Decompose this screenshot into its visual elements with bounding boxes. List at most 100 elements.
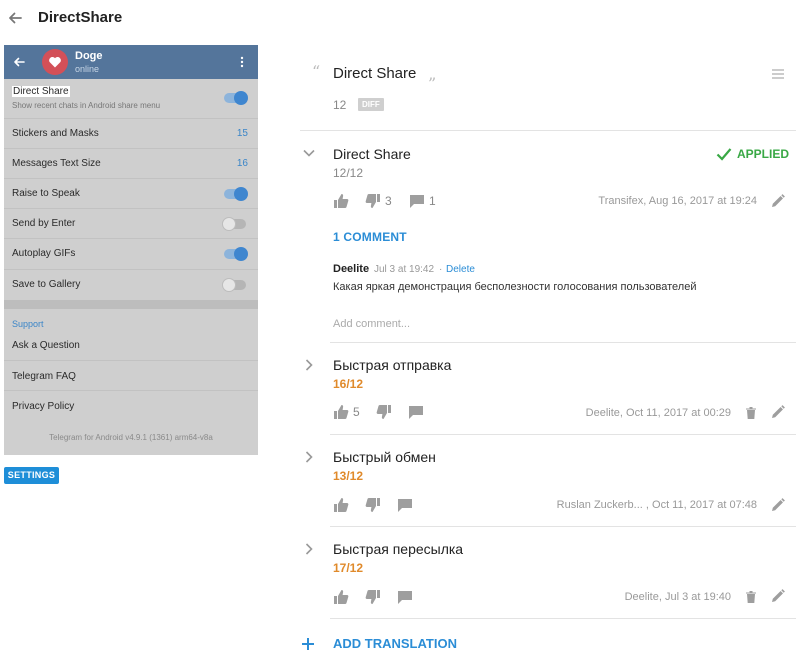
screenshot-preview: Doge online Direct Share Show recent cha…: [4, 45, 258, 455]
comment-icon: [409, 406, 423, 419]
upvote-button[interactable]: 5: [333, 404, 360, 420]
back-arrow-icon[interactable]: [5, 8, 25, 28]
translation-meta: Transifex, Aug 16, 2017 at 19:24: [598, 195, 757, 207]
section-divider: [4, 300, 258, 309]
source-length: 12: [333, 98, 347, 112]
trash-icon[interactable]: [744, 590, 758, 604]
divider: [330, 618, 796, 619]
comment-icon: [398, 499, 412, 512]
thumb-up-icon: [334, 194, 349, 208]
add-comment-input[interactable]: [333, 315, 793, 333]
avatar: [42, 49, 68, 75]
translation-meta: Deelite, Jul 3 at 19:40: [624, 591, 731, 603]
chevron-right-icon[interactable]: [302, 450, 316, 464]
downvote-button[interactable]: [365, 497, 385, 513]
setting-label: Autoplay GIFs: [12, 248, 76, 259]
comment-button[interactable]: [397, 497, 417, 513]
thumb-up-icon: [334, 590, 349, 604]
setting-row-text-size: Messages Text Size 16: [4, 149, 258, 179]
version-footer: Telegram for Android v4.9.1 (1361) arm64…: [49, 433, 213, 442]
translation-length: 16/12: [333, 377, 364, 391]
support-row: Ask a Question: [4, 331, 258, 361]
toggle-on: [224, 247, 248, 261]
upvote-button[interactable]: [333, 193, 353, 209]
translation-length: 13/12: [333, 469, 364, 483]
setting-sublabel: Show recent chats in Android share menu: [12, 101, 161, 110]
setting-value: 16: [236, 158, 248, 169]
comment-author: Deelite: [333, 263, 370, 275]
divider: [300, 130, 796, 131]
setting-row-stickers: Stickers and Masks 15: [4, 119, 258, 149]
setting-label: Direct Share: [12, 86, 70, 97]
divider: [330, 434, 796, 435]
add-translation-button[interactable]: ADD TRANSLATION: [301, 636, 457, 651]
comment-text: Какая яркая демонстрация бесполезности г…: [333, 281, 697, 293]
pencil-icon[interactable]: [771, 405, 785, 419]
divider: [330, 526, 796, 527]
chevron-right-icon[interactable]: [302, 542, 316, 556]
setting-label: Messages Text Size: [12, 158, 101, 169]
translation-length: 17/12: [333, 561, 364, 575]
support-label: Ask a Question: [12, 340, 80, 351]
translation-text: Direct Share: [333, 146, 411, 162]
pencil-icon[interactable]: [771, 194, 785, 208]
applied-status: APPLIED: [716, 146, 789, 162]
chevron-right-icon[interactable]: [302, 358, 316, 372]
thumb-down-icon: [365, 194, 380, 208]
chat-name: Doge: [75, 50, 103, 62]
thumb-up-icon: [334, 405, 349, 419]
pencil-icon[interactable]: [771, 498, 785, 512]
downvote-button[interactable]: [365, 589, 385, 605]
downvote-button[interactable]: [376, 404, 396, 420]
applied-label: APPLIED: [737, 147, 790, 161]
close-quote: ”: [428, 74, 437, 93]
setting-row-direct-share: Direct Share Show recent chats in Androi…: [4, 79, 258, 119]
trash-icon[interactable]: [744, 406, 758, 420]
delete-comment-link[interactable]: Delete: [446, 264, 475, 275]
thumb-down-icon: [376, 405, 391, 419]
thumb-up-icon: [334, 498, 349, 512]
translation-text: Быстрый обмен: [333, 449, 436, 465]
support-row: Telegram FAQ: [4, 361, 258, 391]
pencil-icon[interactable]: [771, 589, 785, 603]
comment-button[interactable]: [397, 589, 417, 605]
setting-row-save-to-gallery: Save to Gallery: [4, 270, 258, 300]
setting-row-raise-to-speak: Raise to Speak: [4, 179, 258, 209]
comment-button[interactable]: [408, 404, 428, 420]
comment-button[interactable]: 1: [409, 193, 436, 209]
support-label: Privacy Policy: [12, 401, 75, 412]
section-title: Support: [12, 319, 44, 329]
comments-toggle[interactable]: 1 COMMENT: [333, 230, 407, 244]
menu-icon[interactable]: [771, 68, 785, 80]
comment-icon: [410, 195, 424, 208]
setting-label: Send by Enter: [12, 218, 76, 229]
chevron-down-icon[interactable]: [302, 146, 316, 160]
setting-label: Stickers and Masks: [12, 128, 99, 139]
translation-length: 12/12: [333, 166, 364, 180]
more-vert-icon: [240, 56, 244, 68]
toggle-off: [222, 217, 246, 231]
translation-text: Быстрая пересылка: [333, 541, 464, 557]
settings-badge[interactable]: SETTINGS: [4, 467, 59, 484]
support-row: Privacy Policy: [4, 391, 258, 421]
upvote-button[interactable]: [333, 497, 353, 513]
downvote-button[interactable]: 3: [365, 193, 392, 209]
toggle-on: [224, 187, 248, 201]
upvote-button[interactable]: [333, 589, 353, 605]
comment-separator: ·: [439, 264, 443, 275]
chat-status: online: [75, 64, 100, 74]
open-quote: “: [312, 62, 321, 81]
top-bar: DirectShare: [0, 0, 800, 36]
phone-header: Doge online: [4, 45, 258, 79]
source-string: Direct Share: [333, 65, 417, 82]
setting-label: Raise to Speak: [12, 188, 80, 199]
check-icon: [716, 148, 732, 161]
setting-value: 15: [236, 128, 248, 139]
heart-icon: [48, 55, 62, 69]
setting-row-autoplay-gifs: Autoplay GIFs: [4, 239, 258, 270]
comment-icon: [398, 591, 412, 604]
translation-text: Быстрая отправка: [333, 357, 452, 373]
diff-button[interactable]: DIFF: [358, 98, 384, 111]
thumb-down-icon: [365, 498, 380, 512]
setting-row-send-by-enter: Send by Enter: [4, 209, 258, 239]
